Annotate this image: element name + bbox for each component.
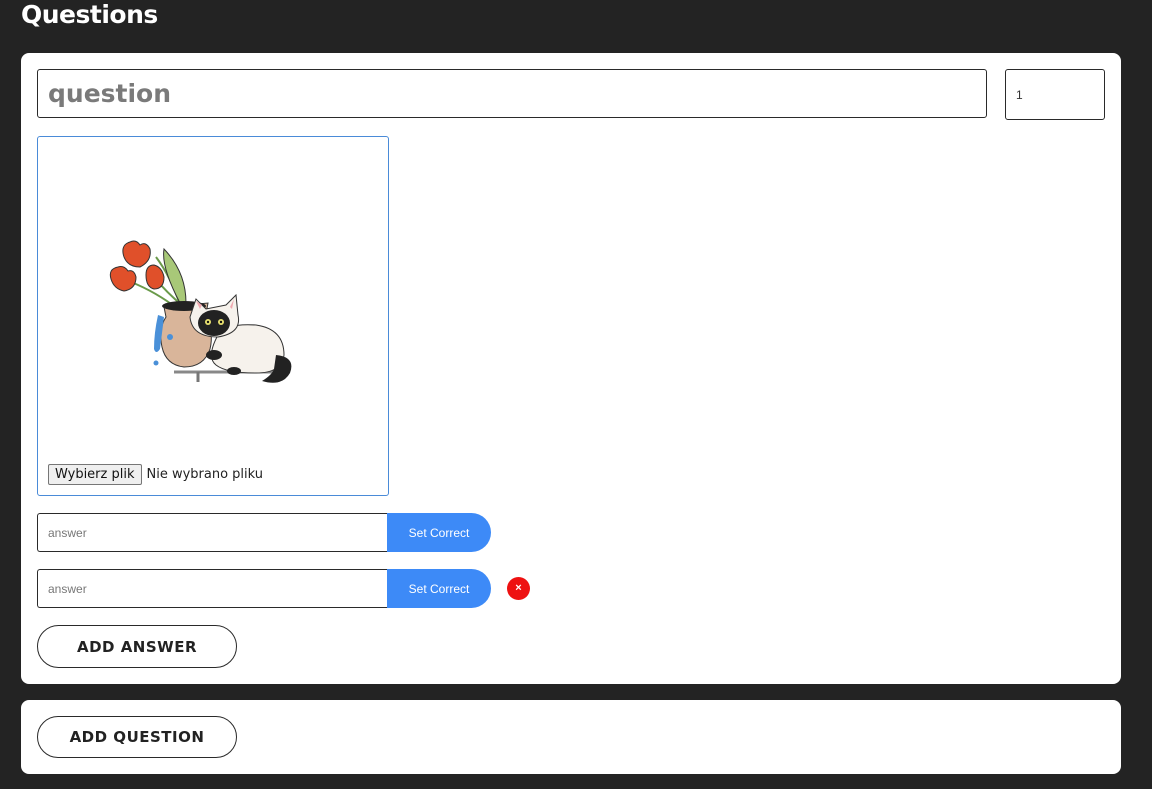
answer-row: Set Correct ×: [37, 569, 530, 608]
points-input[interactable]: [1005, 69, 1105, 120]
remove-answer-icon[interactable]: ×: [507, 577, 530, 600]
question-card: Wybierz plik Nie wybrano pliku Set Corre…: [21, 53, 1121, 684]
image-upload-box[interactable]: Wybierz plik Nie wybrano pliku: [37, 136, 389, 496]
cat-vase-illustration-icon: [109, 240, 292, 383]
question-input[interactable]: [37, 69, 987, 118]
page-title: Questions: [21, 0, 158, 29]
answer-input[interactable]: [37, 569, 387, 608]
add-question-button[interactable]: ADD QUESTION: [37, 716, 237, 758]
add-question-card: ADD QUESTION: [21, 700, 1121, 774]
add-answer-button[interactable]: ADD ANSWER: [37, 625, 237, 668]
answer-row: Set Correct: [37, 513, 491, 552]
choose-file-button[interactable]: Wybierz plik: [48, 464, 142, 485]
set-correct-button[interactable]: Set Correct: [387, 569, 491, 608]
file-picker: Wybierz plik Nie wybrano pliku: [48, 464, 263, 485]
file-status-text: Nie wybrano pliku: [146, 467, 264, 482]
answer-input[interactable]: [37, 513, 387, 552]
set-correct-button[interactable]: Set Correct: [387, 513, 491, 552]
